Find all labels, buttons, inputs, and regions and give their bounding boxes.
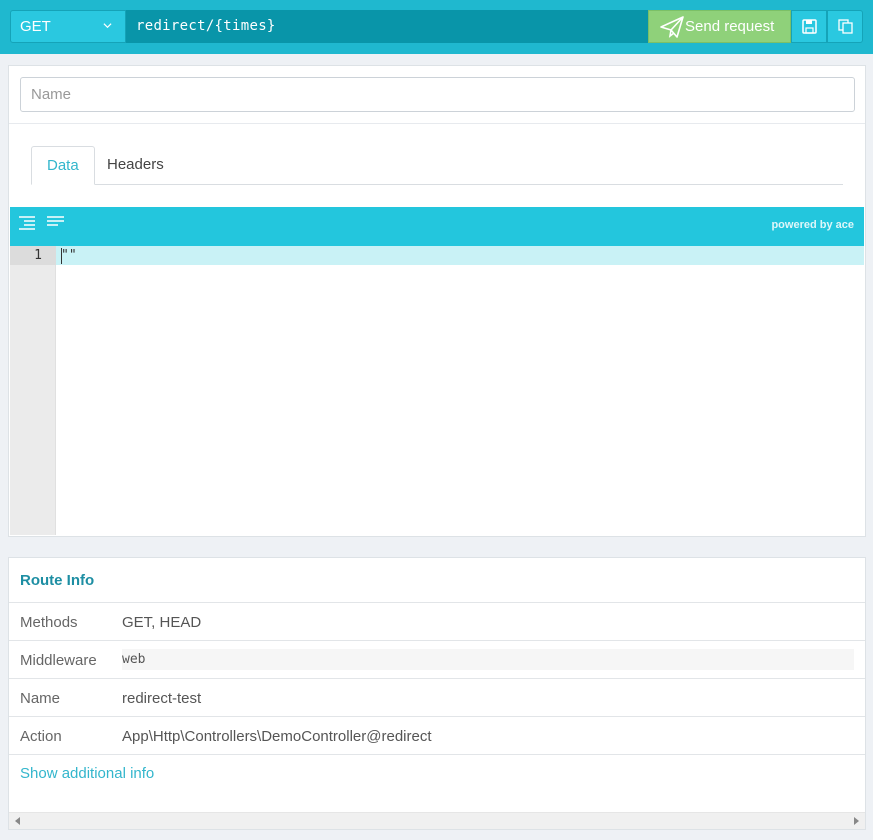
divider <box>9 754 865 755</box>
route-info-panel: Route Info Methods GET, HEAD Middleware … <box>8 557 866 830</box>
show-additional-info-link[interactable]: Show additional info <box>20 765 154 782</box>
name-input[interactable] <box>20 77 855 112</box>
route-value: GET, HEAD <box>122 614 202 631</box>
paper-plane-icon <box>660 16 684 38</box>
editor-toolbar: powered by ace <box>10 207 864 246</box>
divider <box>9 123 865 124</box>
compact-icon[interactable] <box>46 215 64 231</box>
route-row-name: Name redirect-test <box>9 678 865 716</box>
editor-content[interactable]: "" <box>61 246 77 265</box>
horizontal-scrollbar[interactable] <box>9 812 865 829</box>
method-select[interactable]: GET <box>10 10 126 43</box>
url-input[interactable]: redirect/{times} <box>126 10 648 43</box>
code-editor[interactable]: 1 "" <box>10 246 864 535</box>
line-number: 1 <box>10 246 56 265</box>
method-value: GET <box>20 18 51 35</box>
powered-by-label: powered by ace <box>771 219 854 231</box>
route-value: App\Http\Controllers\DemoController@redi… <box>122 728 432 745</box>
route-row-methods: Methods GET, HEAD <box>9 602 865 640</box>
editor-gutter: 1 <box>10 246 56 535</box>
tab-data[interactable]: Data <box>31 146 95 185</box>
send-request-button[interactable]: Send request <box>648 10 791 43</box>
scroll-right-icon[interactable] <box>854 817 859 825</box>
route-info-title: Route Info <box>20 572 95 589</box>
route-key: Action <box>20 728 62 745</box>
format-icon[interactable] <box>18 215 36 231</box>
route-value: redirect-test <box>122 690 202 707</box>
route-key: Name <box>20 690 61 707</box>
copy-button[interactable] <box>827 10 863 43</box>
route-key: Middleware <box>20 652 97 669</box>
tab-bar: Data Headers <box>31 146 843 185</box>
route-key: Methods <box>20 614 78 631</box>
route-row-action: Action App\Http\Controllers\DemoControll… <box>9 716 865 754</box>
save-button[interactable] <box>791 10 827 43</box>
send-request-label: Send request <box>685 18 775 35</box>
scroll-left-icon[interactable] <box>15 817 20 825</box>
tab-headers[interactable]: Headers <box>92 146 179 185</box>
text-cursor <box>61 248 62 264</box>
active-line-highlight <box>56 246 864 265</box>
route-row-middleware: Middleware web <box>9 640 865 678</box>
save-icon <box>802 19 817 34</box>
copy-icon <box>838 19 853 34</box>
chevron-down-icon <box>103 23 112 29</box>
request-panel: Data Headers powered by ace 1 "" <box>8 65 866 537</box>
route-value: web <box>122 649 854 670</box>
request-toolbar: GET redirect/{times} Send request <box>0 0 873 54</box>
